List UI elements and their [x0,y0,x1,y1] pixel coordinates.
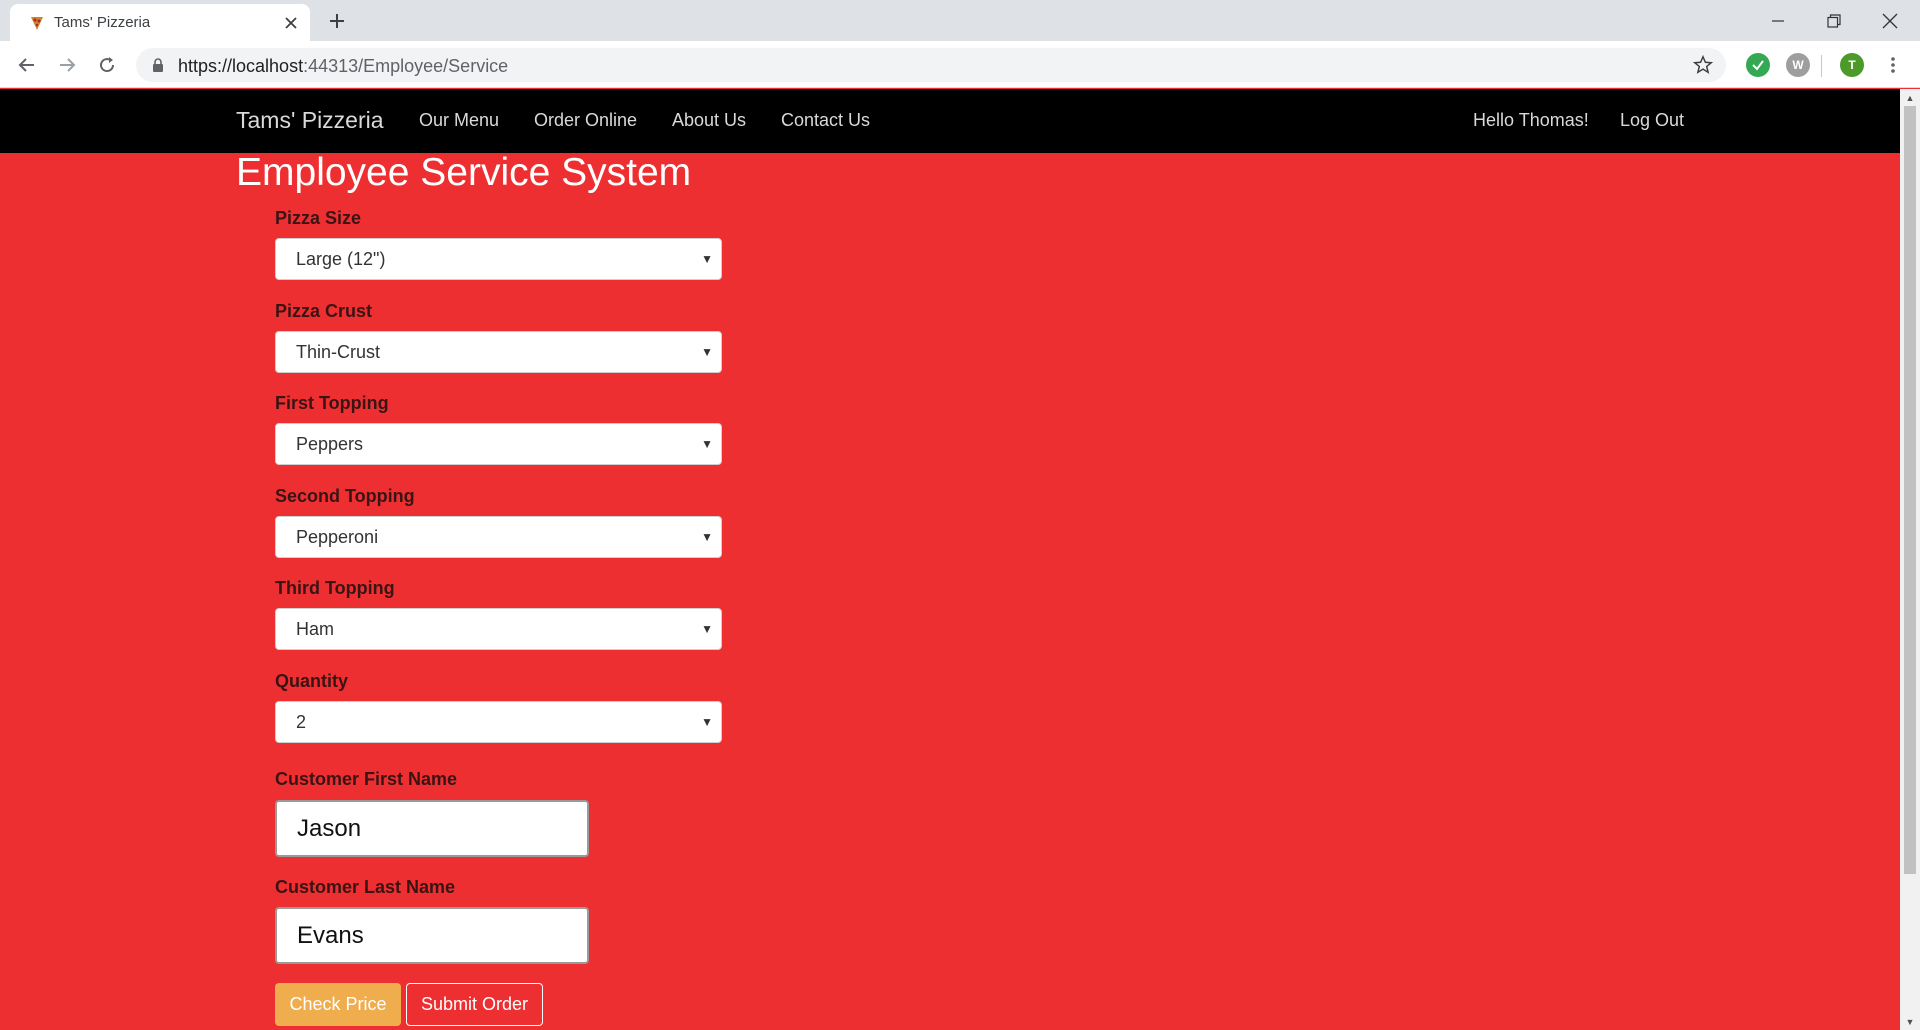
pizza-size-label: Pizza Size [275,208,362,228]
extension-check-icon[interactable] [1746,53,1770,77]
dropdown-caret-icon: ▼ [701,715,713,729]
pizza-crust-select[interactable]: Thin-Crust ▼ [275,331,722,373]
first-topping-select[interactable]: Peppers ▼ [275,423,722,465]
toolbar-divider [1821,55,1822,77]
url-text: https://localhost:44313/Employee/Service [178,56,508,77]
restore-icon[interactable] [1806,0,1862,41]
first-topping-label: First Topping [275,393,389,413]
first-name-field[interactable]: Jason [275,800,589,857]
page-scrollbar[interactable]: ▲ ▼ [1900,89,1920,1030]
scroll-down-icon[interactable]: ▼ [1900,1013,1920,1030]
pizza-size-select[interactable]: Large (12") ▼ [275,238,722,280]
tab-title: Tams' Pizzeria [54,14,151,31]
close-tab-icon[interactable] [280,12,302,34]
nav-our-menu[interactable]: Our Menu [419,110,499,131]
nav-about-us[interactable]: About Us [672,110,746,131]
pizza-size-value: Large (12") [296,249,386,269]
url-path: :44313/Employee/Service [303,56,509,76]
forward-arrow-icon[interactable] [53,51,81,79]
dropdown-caret-icon: ▼ [701,530,713,544]
submit-order-button[interactable]: Submit Order [406,983,543,1026]
new-tab-icon[interactable] [325,9,349,33]
back-arrow-icon[interactable] [13,51,41,79]
second-topping-label: Second Topping [275,486,415,506]
dropdown-caret-icon: ▼ [701,345,713,359]
last-name-label: Customer Last Name [275,877,456,897]
dropdown-caret-icon: ▼ [701,622,713,636]
third-topping-label: Third Topping [275,578,395,598]
profile-avatar[interactable]: T [1840,53,1864,77]
close-window-icon[interactable] [1862,0,1918,41]
address-bar[interactable]: https://localhost:44313/Employee/Service [136,48,1726,82]
last-name-field[interactable]: Evans [275,907,589,964]
reload-icon[interactable] [93,51,121,79]
first-name-value: Jason [297,815,362,842]
minimize-icon[interactable] [1750,0,1806,41]
pizza-favicon-icon [28,14,46,32]
browser-tab[interactable]: Tams' Pizzeria [10,4,310,41]
user-greeting[interactable]: Hello Thomas! [1473,110,1589,131]
nav-contact-us[interactable]: Contact Us [781,110,870,131]
browser-toolbar: https://localhost:44313/Employee/Service… [0,41,1920,88]
first-name-label: Customer First Name [275,769,458,789]
scroll-up-icon[interactable]: ▲ [1900,89,1920,106]
logout-link[interactable]: Log Out [1620,110,1684,131]
kebab-menu-icon[interactable] [1879,51,1907,79]
page-title: Employee Service System [236,151,692,194]
pizza-crust-label: Pizza Crust [275,301,373,321]
pizza-crust-value: Thin-Crust [296,342,381,362]
site-navbar: Tams' Pizzeria Our Menu Order Online Abo… [0,89,1900,153]
quantity-label: Quantity [275,671,349,691]
third-topping-value: Ham [296,619,335,639]
second-topping-select[interactable]: Pepperoni ▼ [275,516,722,558]
url-host: https://localhost [178,56,304,76]
quantity-select[interactable]: 2 ▼ [275,701,722,743]
extension-w-icon[interactable]: W [1786,53,1810,77]
brand-link[interactable]: Tams' Pizzeria [236,107,384,134]
last-name-value: Evans [297,922,364,949]
dropdown-caret-icon: ▼ [701,437,713,451]
lock-icon [150,57,166,73]
bookmark-star-icon[interactable] [1692,54,1714,76]
first-topping-value: Peppers [296,434,364,454]
check-price-button[interactable]: Check Price [275,983,401,1026]
scroll-thumb[interactable] [1904,106,1916,874]
nav-order-online[interactable]: Order Online [534,110,637,131]
dropdown-caret-icon: ▼ [701,252,713,266]
second-topping-value: Pepperoni [296,527,379,547]
third-topping-select[interactable]: Ham ▼ [275,608,722,650]
quantity-value: 2 [296,712,307,732]
page-viewport: Tams' Pizzeria Our Menu Order Online Abo… [0,89,1900,1030]
tab-strip: Tams' Pizzeria [0,0,1920,41]
